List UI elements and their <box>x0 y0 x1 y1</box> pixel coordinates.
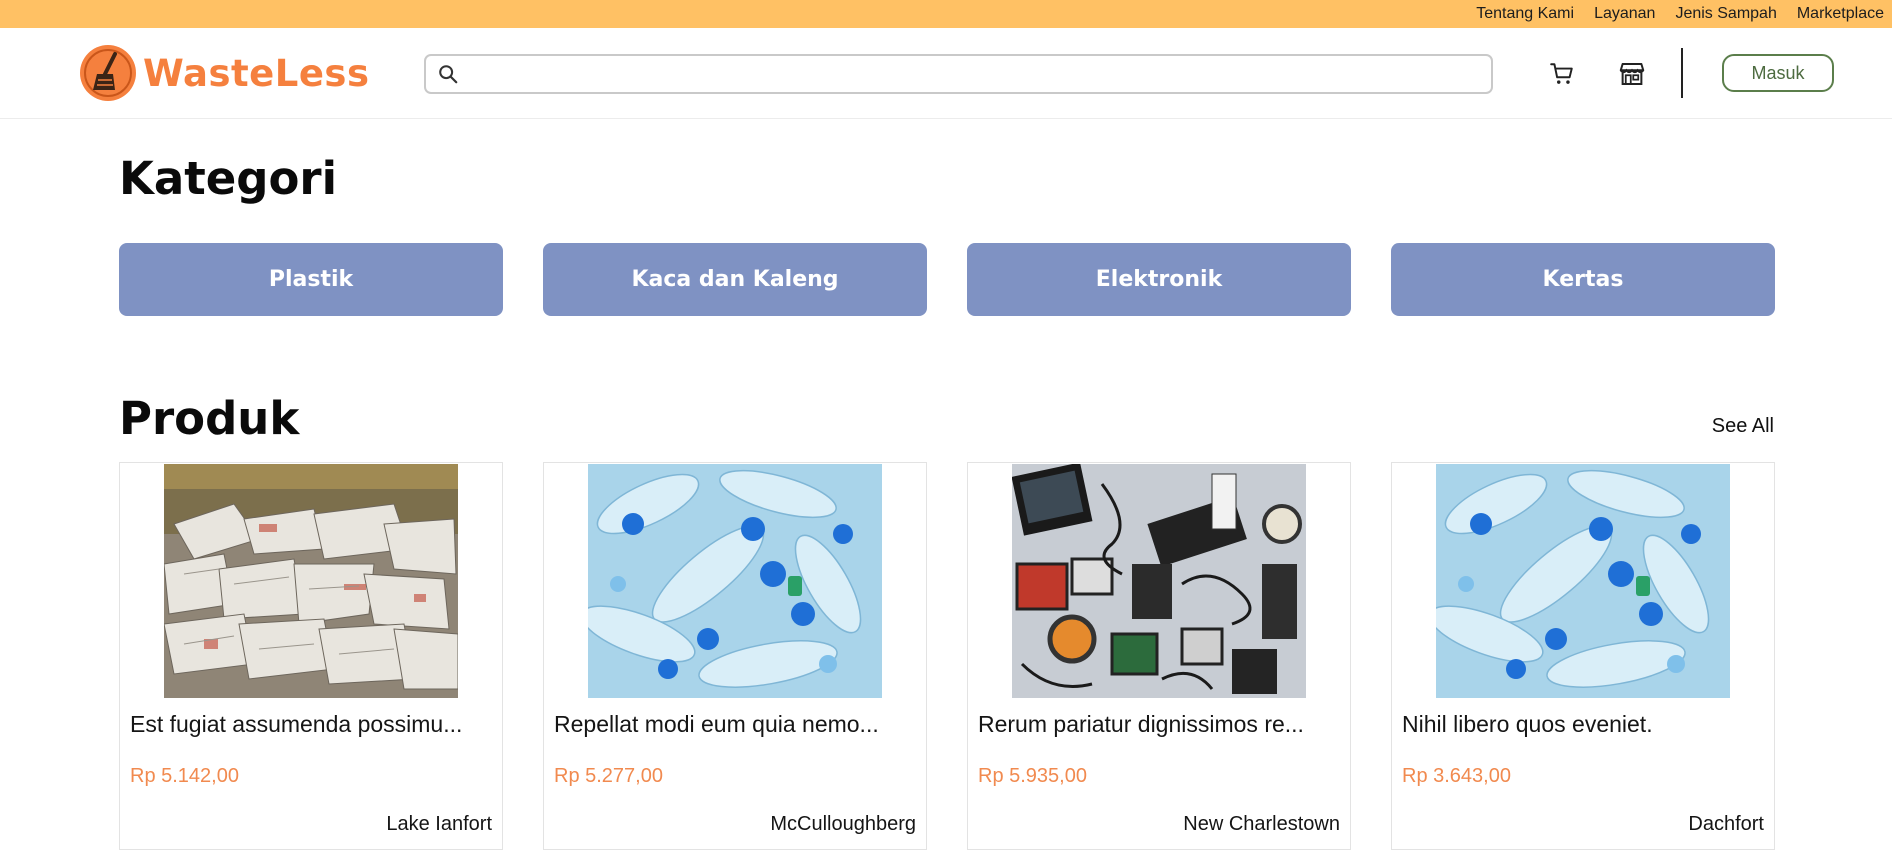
product-price: Rp 5.935,00 <box>978 765 1087 787</box>
nav-link-tentang-kami[interactable]: Tentang Kami <box>1476 5 1574 23</box>
header-divider <box>1681 48 1683 98</box>
product-price: Rp 5.142,00 <box>130 765 239 787</box>
product-card[interactable]: Nihil libero quos eveniet. Rp 3.643,00 D… <box>1391 462 1775 850</box>
cart-icon <box>1550 63 1573 84</box>
product-price: Rp 3.643,00 <box>1402 765 1511 787</box>
nav-link-layanan[interactable]: Layanan <box>1594 5 1655 23</box>
category-plastik-button[interactable]: Plastik <box>119 243 503 316</box>
product-card[interactable]: Est fugiat assumenda possimu... Rp 5.142… <box>119 462 503 850</box>
search-icon[interactable] <box>437 63 459 85</box>
product-title[interactable]: Nihil libero quos eveniet. <box>1402 711 1766 738</box>
category-list: Plastik Kaca dan Kaleng Elektronik Kerta… <box>119 243 1775 316</box>
brand-name: WasteLess <box>143 51 370 95</box>
store-icon <box>1619 63 1645 85</box>
category-kertas-button[interactable]: Kertas <box>1391 243 1775 316</box>
product-location: New Charlestown <box>1183 813 1340 835</box>
product-list: Est fugiat assumenda possimu... Rp 5.142… <box>119 462 1775 850</box>
product-title[interactable]: Est fugiat assumenda possimu... <box>130 711 494 738</box>
nav-link-marketplace[interactable]: Marketplace <box>1797 5 1884 23</box>
login-button[interactable]: Masuk <box>1722 54 1834 92</box>
product-image-electronic-waste <box>1012 464 1306 698</box>
product-location: Lake Ianfort <box>386 813 492 835</box>
products-title: Produk <box>119 392 300 445</box>
product-location: McCulloughberg <box>770 813 916 835</box>
categories-title: Kategori <box>119 152 338 205</box>
broom-logo-icon <box>80 45 136 101</box>
product-title[interactable]: Rerum pariatur dignissimos re... <box>978 711 1342 738</box>
search-bar <box>424 54 1493 94</box>
cart-button[interactable] <box>1545 57 1579 91</box>
product-location: Dachfort <box>1688 813 1764 835</box>
search-input[interactable] <box>459 56 1491 92</box>
store-button[interactable] <box>1615 57 1649 91</box>
product-title[interactable]: Repellat modi eum quia nemo... <box>554 711 918 738</box>
category-kaca-dan-kaleng-button[interactable]: Kaca dan Kaleng <box>543 243 927 316</box>
nav-link-jenis-sampah[interactable]: Jenis Sampah <box>1675 5 1776 23</box>
category-elektronik-button[interactable]: Elektronik <box>967 243 1351 316</box>
product-price: Rp 5.277,00 <box>554 765 663 787</box>
header: WasteLess Masuk <box>0 28 1892 119</box>
product-image-plastic-bottles <box>588 464 882 698</box>
see-all-link[interactable]: See All <box>1712 415 1774 438</box>
product-card[interactable]: Repellat modi eum quia nemo... Rp 5.277,… <box>543 462 927 850</box>
product-card[interactable]: Rerum pariatur dignissimos re... Rp 5.93… <box>967 462 1351 850</box>
top-nav-bar: Tentang Kami Layanan Jenis Sampah Market… <box>0 0 1892 28</box>
product-image-plastic-bottles <box>1436 464 1730 698</box>
product-image-paper-waste <box>164 464 458 698</box>
brand-logo[interactable]: WasteLess <box>79 44 369 102</box>
